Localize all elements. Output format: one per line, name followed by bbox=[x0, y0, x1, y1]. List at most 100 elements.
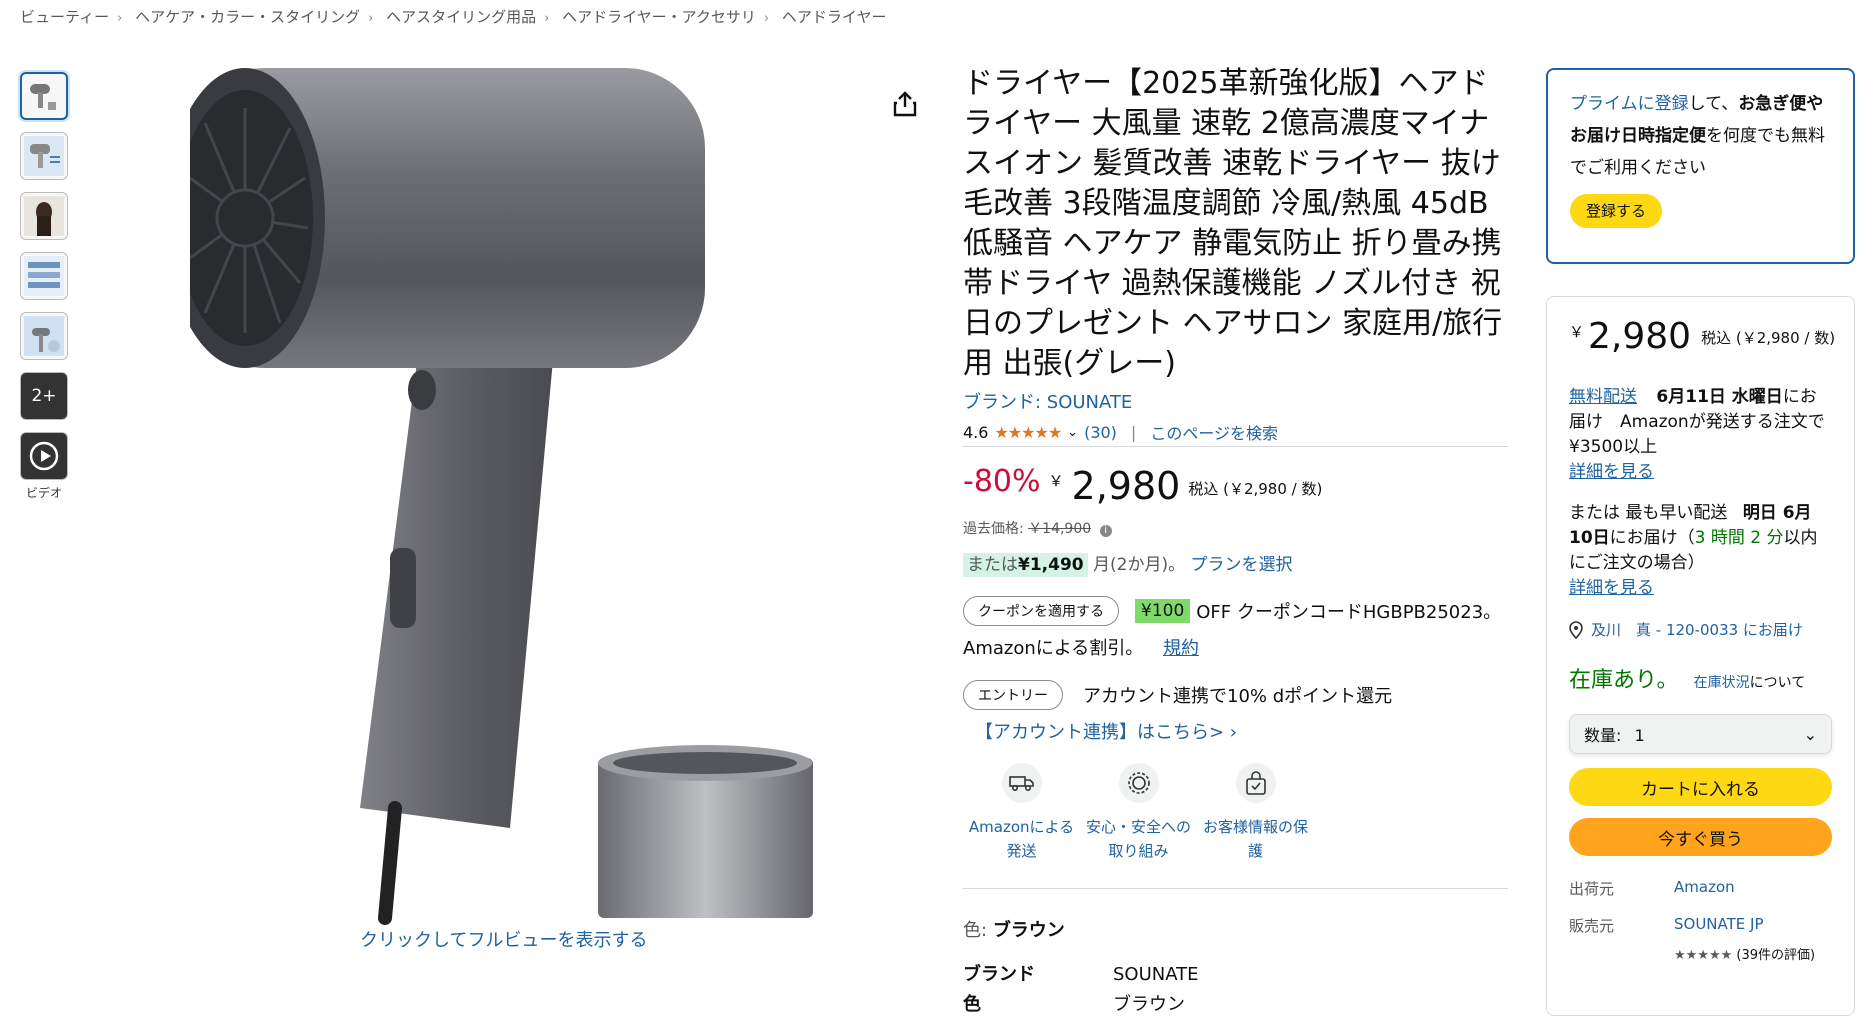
fastest-prefix: または 最も早い配送 bbox=[1569, 503, 1728, 523]
seller-value[interactable]: SOUNATE JP bbox=[1674, 915, 1764, 936]
seller-stars-icon: ★★★★★ bbox=[1674, 948, 1733, 963]
quantity-value: 1 bbox=[1634, 726, 1645, 745]
fastest-delivery-info: または 最も早い配送 明日 6月10日にお届け（3 時間 2 分以内にご注文の場… bbox=[1569, 501, 1832, 576]
breadcrumb-item[interactable]: ヘアドライヤー bbox=[782, 8, 887, 26]
product-title: ドライヤー【2025革新強化版】ヘアドライヤー 大風量 速乾 2億高濃度マイナス… bbox=[963, 66, 1503, 381]
stock-status-link[interactable]: 在庫状況 bbox=[1694, 675, 1750, 691]
feature-label: 安心・安全への取り組み bbox=[1085, 818, 1191, 860]
chevron-down-icon: ⌄ bbox=[1803, 724, 1817, 744]
breadcrumb-item[interactable]: ヘアドライヤー・アクセサリ bbox=[562, 8, 756, 26]
select-plan-link[interactable]: プランを選択 bbox=[1191, 555, 1293, 575]
spec-value: SOUNATE bbox=[1113, 964, 1199, 985]
coupon-row: クーポンを適用する ¥100 OFF クーポンコードHGBPB25023。 bbox=[963, 596, 1501, 626]
entry-button[interactable]: エントリー bbox=[963, 680, 1063, 710]
installment-badge: または¥1,490 bbox=[963, 553, 1088, 577]
prime-signup-link[interactable]: プライムに登録 bbox=[1570, 94, 1689, 114]
currency-symbol: ￥ bbox=[1048, 472, 1064, 490]
info-icon[interactable]: i bbox=[1099, 525, 1112, 537]
buy-now-button[interactable]: 今すぐ買う bbox=[1569, 818, 1832, 856]
price: 2,980 bbox=[1588, 316, 1692, 357]
review-count-link[interactable]: (30) bbox=[1084, 423, 1117, 442]
feature-label: お客様情報の保護 bbox=[1202, 818, 1308, 860]
main-product-image[interactable] bbox=[165, 68, 830, 928]
lock-bag-icon bbox=[1235, 763, 1276, 803]
amazon-discount-row: Amazonによる割引。 規約 bbox=[963, 634, 1199, 660]
prime-register-button[interactable]: 登録する bbox=[1570, 194, 1663, 228]
thumbnail-3[interactable] bbox=[20, 192, 68, 240]
seller-info: 出荷元 Amazon 販売元 SOUNATE JP ★★★★★ (39件の評価) bbox=[1569, 878, 1832, 963]
quantity-label: 数量: bbox=[1584, 726, 1622, 745]
past-price-label: 過去価格: bbox=[963, 521, 1024, 537]
terms-link[interactable]: 規約 bbox=[1163, 638, 1199, 659]
spec-row-brand: ブランド SOUNATE bbox=[963, 960, 1199, 986]
breadcrumb-item[interactable]: ビューティー bbox=[20, 8, 109, 26]
brand-link[interactable]: ブランド: SOUNATE bbox=[963, 388, 1132, 414]
seller-rating-count: (39件の評価) bbox=[1736, 948, 1816, 963]
installment-suffix: 月(2か月)。 bbox=[1093, 555, 1186, 575]
thumbnail-strip: 2+ ビデオ bbox=[20, 72, 70, 501]
thumbnail-1[interactable] bbox=[20, 72, 68, 120]
spec-key: ブランド bbox=[963, 964, 1035, 985]
seller-rating[interactable]: ★★★★★ (39件の評価) bbox=[1674, 944, 1832, 963]
spec-key: 色 bbox=[963, 994, 981, 1015]
in-stock-text: 在庫あり。 bbox=[1569, 668, 1679, 693]
rating-value: 4.6 bbox=[963, 422, 989, 442]
truck-icon bbox=[1001, 763, 1042, 803]
chevron-right-icon: › bbox=[763, 11, 770, 26]
breadcrumb-item[interactable]: ヘアケア・カラー・スタイリング bbox=[135, 8, 360, 26]
feature-safety[interactable]: 安心・安全への取り組み bbox=[1080, 763, 1197, 863]
details-link-label[interactable]: 詳細を見る bbox=[1569, 462, 1654, 482]
details-link-2[interactable]: 詳細を見る bbox=[1569, 576, 1832, 601]
installment-prefix: または bbox=[967, 555, 1018, 575]
details-link-label[interactable]: 詳細を見る bbox=[1569, 578, 1654, 598]
buy-box: ￥ 2,980 税込 (￥2,980 / 数) 無料配送 6月11日 水曜日にお… bbox=[1546, 296, 1855, 1016]
past-price: ￥14,900 bbox=[1028, 521, 1092, 537]
thumbnail-more[interactable]: 2+ bbox=[20, 372, 68, 420]
quantity-select[interactable]: 数量: 1 ⌄ bbox=[1569, 714, 1832, 754]
stock-status: 在庫あり。 在庫状況について bbox=[1569, 662, 1832, 694]
thumbnail-4[interactable] bbox=[20, 252, 68, 300]
coupon-text: OFF クーポンコードHGBPB25023。 bbox=[1196, 602, 1502, 623]
feature-amazon-ship[interactable]: Amazonによる発送 bbox=[963, 763, 1080, 863]
star-rating-icon[interactable]: ★★★★★ bbox=[994, 423, 1062, 442]
thumbnail-2[interactable] bbox=[20, 132, 68, 180]
ships-from-key: 出荷元 bbox=[1569, 880, 1615, 898]
features-row: Amazonによる発送 安心・安全への取り組み お客様情報の保護 bbox=[963, 763, 1314, 863]
breadcrumb: ビューティー › ヘアケア・カラー・スタイリング › ヘアスタイリング用品 › ヘアド… bbox=[20, 6, 886, 27]
address-text[interactable]: 及川 真 - 120-0033 にお届け bbox=[1591, 619, 1803, 640]
thumbnail-video[interactable] bbox=[20, 432, 68, 480]
stock-suffix: について bbox=[1749, 675, 1806, 691]
account-link[interactable]: 【アカウント連携】はこちら> › bbox=[975, 718, 1237, 744]
shield-badge-icon bbox=[1118, 763, 1159, 803]
location-pin-icon bbox=[1569, 620, 1583, 639]
countdown: 3 時間 2 分 bbox=[1694, 528, 1784, 548]
ships-from-value[interactable]: Amazon bbox=[1674, 878, 1735, 899]
full-view-link[interactable]: クリックしてフルビューを表示する bbox=[360, 926, 647, 952]
share-icon[interactable] bbox=[892, 90, 918, 122]
color-selection: 色: ブラウン bbox=[963, 916, 1065, 942]
buy-box-price: ￥ 2,980 税込 (￥2,980 / 数) bbox=[1569, 316, 1835, 357]
fastest-text: にお届け（ bbox=[1609, 528, 1695, 548]
seller-key: 販売元 bbox=[1569, 917, 1615, 935]
chevron-right-icon: › bbox=[368, 11, 374, 26]
discount-percent: -80% bbox=[963, 464, 1041, 499]
amazon-discount-text: Amazonによる割引。 bbox=[963, 638, 1144, 659]
add-to-cart-button[interactable]: カートに入れる bbox=[1569, 768, 1832, 806]
chevron-down-icon[interactable]: ⌄ bbox=[1067, 425, 1078, 440]
coupon-badge: ¥100 bbox=[1135, 599, 1191, 623]
chevron-right-icon: › bbox=[544, 11, 550, 26]
delivery-address[interactable]: 及川 真 - 120-0033 にお届け bbox=[1569, 619, 1832, 640]
search-page-link[interactable]: このページを検索 bbox=[1150, 420, 1278, 444]
thumbnail-5[interactable] bbox=[20, 312, 68, 360]
apply-coupon-button[interactable]: クーポンを適用する bbox=[963, 596, 1119, 626]
play-icon bbox=[29, 441, 59, 471]
divider bbox=[963, 446, 1508, 447]
feature-privacy[interactable]: お客様情報の保護 bbox=[1197, 763, 1314, 863]
installment-amount: ¥1,490 bbox=[1018, 555, 1084, 575]
price: 2,980 bbox=[1071, 464, 1181, 508]
color-value: ブラウン bbox=[992, 920, 1065, 941]
breadcrumb-item[interactable]: ヘアスタイリング用品 bbox=[386, 8, 536, 26]
separator: | bbox=[1130, 422, 1137, 442]
free-shipping-link[interactable]: 無料配送 bbox=[1569, 387, 1637, 407]
details-link-1[interactable]: 詳細を見る bbox=[1569, 460, 1832, 485]
